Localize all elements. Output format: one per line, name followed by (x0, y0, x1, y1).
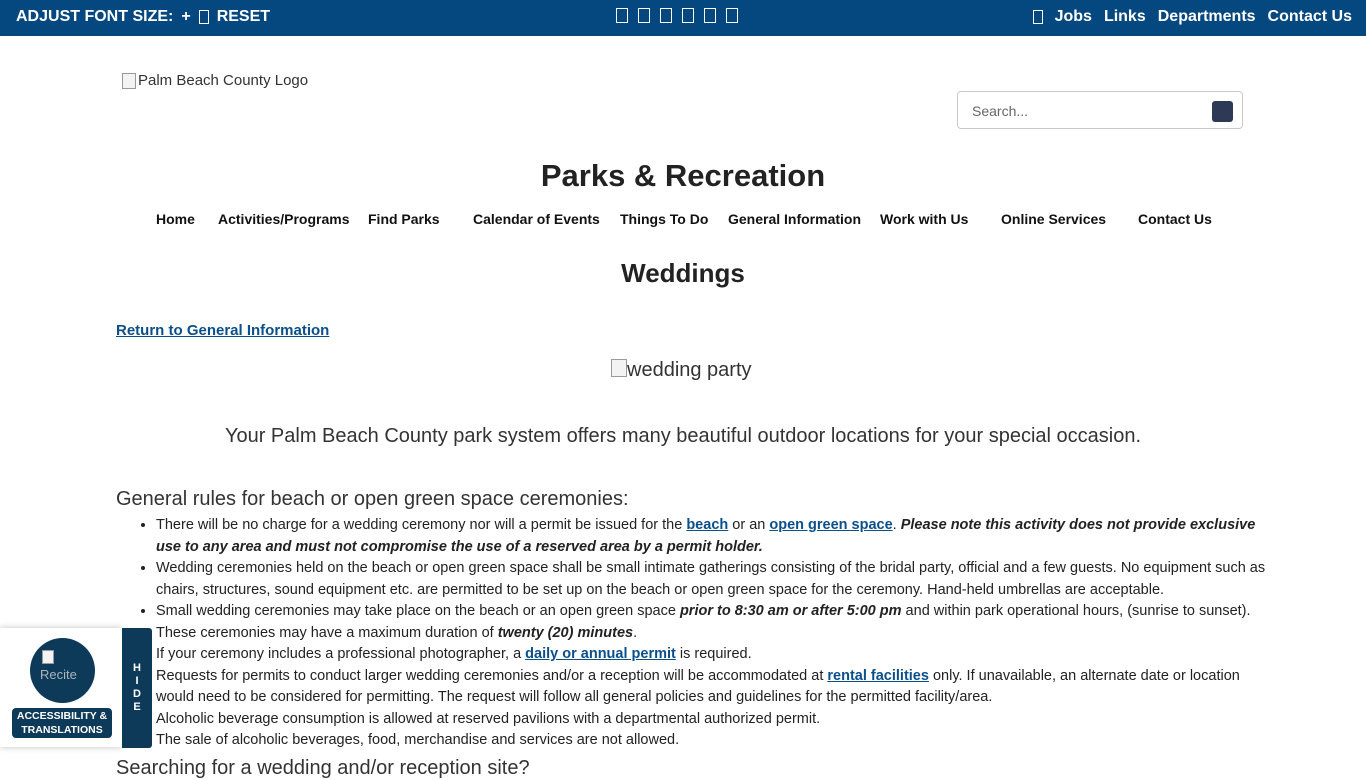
rule-text: . (633, 624, 638, 641)
youtube-icon[interactable] (682, 8, 694, 23)
list-item: The sale of alcoholic beverages, food, m… (156, 732, 680, 748)
nav-item-activities[interactable]: Activities/Programs (218, 211, 350, 227)
nav-item-things-to-do[interactable]: Things To Do (620, 211, 708, 227)
return-link[interactable]: Return to General Information (116, 322, 329, 339)
nav-item-home[interactable]: Home (156, 211, 195, 227)
list-item: Small wedding ceremonies may take place … (156, 601, 1280, 644)
rule-text: If your ceremony includes a professional… (156, 646, 526, 662)
top-utility-bar: ADJUST FONT SIZE: + RESET Jobs Links Dep… (0, 0, 1366, 36)
rule-text: . (892, 517, 901, 533)
hide-widget-tab[interactable]: H I D E (122, 628, 152, 748)
hide-letter: D (133, 688, 141, 700)
broken-image-icon (611, 359, 627, 377)
wedding-party-image: wedding party (611, 359, 752, 382)
hide-letter: E (133, 701, 141, 713)
reset-font-button[interactable]: RESET (217, 8, 270, 26)
font-size-controls: ADJUST FONT SIZE: + RESET (16, 8, 270, 26)
instagram-icon[interactable] (660, 8, 672, 23)
search-input[interactable] (970, 100, 1204, 122)
jobs-link[interactable]: Jobs (1055, 8, 1092, 26)
social-icons (616, 8, 738, 23)
list-item: There will be no charge for a wedding ce… (156, 515, 1280, 558)
rules-list: There will be no charge for a wedding ce… (116, 515, 1280, 752)
rule-text: is required. (675, 646, 752, 662)
search-button[interactable] (1212, 101, 1233, 122)
open-green-space-link[interactable]: open green space (769, 517, 892, 533)
recite-alt-text: Recite (40, 667, 77, 682)
rule-text: There will be no charge for a wedding ce… (156, 517, 687, 533)
font-size-label: ADJUST FONT SIZE: (16, 8, 174, 25)
list-item: Wedding ceremonies held on the beach or … (156, 558, 1280, 601)
rule-duration: twenty (20) minutes (497, 624, 634, 641)
twitter-icon[interactable] (638, 8, 650, 23)
accessibility-widget[interactable]: Recite ACCESSIBILITY & TRANSLATIONS (0, 628, 122, 747)
rule-time: prior to 8:30 am or after 5:00 pm (679, 603, 902, 619)
hero-alt-text: wedding party (627, 359, 752, 381)
permit-link[interactable]: daily or annual permit (525, 646, 676, 662)
site-title: Parks & Recreation (540, 158, 826, 193)
nav-item-work-with-us[interactable]: Work with Us (880, 211, 968, 227)
nav-item-calendar[interactable]: Calendar of Events (473, 211, 600, 227)
departments-link[interactable]: Departments (1158, 8, 1256, 26)
rule-text: Small wedding ceremonies may take place … (156, 603, 680, 619)
county-logo[interactable]: Palm Beach County Logo (122, 72, 308, 89)
rental-facilities-link[interactable]: rental facilities (827, 668, 929, 684)
page-title: Weddings (621, 258, 745, 288)
rule-text: Requests for permits to conduct larger w… (156, 667, 828, 684)
next-section-heading: Searching for a wedding and/or reception… (116, 757, 530, 779)
rss-icon[interactable] (726, 8, 738, 23)
hide-letter: I (135, 675, 139, 687)
rules-heading: General rules for beach or open green sp… (116, 488, 629, 510)
hide-letter: H (133, 662, 141, 674)
nav-item-contact-us[interactable]: Contact Us (1138, 211, 1212, 227)
list-item: Alcoholic beverage consumption is allowe… (156, 710, 821, 727)
search-box (957, 91, 1243, 129)
list-item: If your ceremony includes a professional… (156, 644, 1280, 666)
top-links: Jobs Links Departments Contact Us (1032, 8, 1352, 26)
beach-link[interactable]: beach (686, 517, 728, 533)
home-icon[interactable] (1032, 10, 1043, 24)
decrease-font-icon[interactable] (198, 10, 209, 24)
recite-icon[interactable]: Recite (30, 638, 95, 703)
facebook-icon[interactable] (616, 8, 628, 23)
linkedin-icon[interactable] (704, 8, 716, 23)
broken-image-icon (122, 72, 136, 89)
nav-item-online-services[interactable]: Online Services (1001, 211, 1106, 227)
links-link[interactable]: Links (1104, 8, 1146, 26)
contact-us-link[interactable]: Contact Us (1268, 8, 1352, 26)
increase-font-button[interactable]: + (181, 8, 190, 26)
accessibility-translations-button[interactable]: ACCESSIBILITY & TRANSLATIONS (12, 708, 112, 738)
logo-alt-text: Palm Beach County Logo (138, 72, 309, 89)
broken-image-icon (42, 650, 54, 664)
nav-item-general-information[interactable]: General Information (728, 211, 861, 227)
rule-text: or an (728, 517, 770, 533)
list-item: Requests for permits to conduct larger w… (156, 666, 1280, 709)
nav-item-find-parks[interactable]: Find Parks (368, 211, 440, 227)
intro-text: Your Palm Beach County park system offer… (224, 425, 1142, 447)
